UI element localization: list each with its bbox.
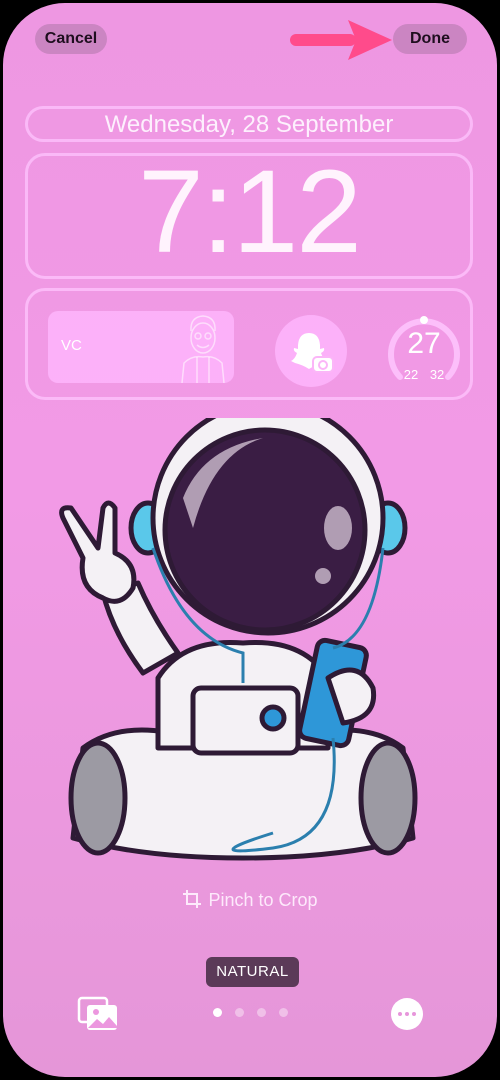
bitmoji-avatar-icon	[181, 315, 225, 383]
page-dot-2[interactable]	[235, 1008, 244, 1017]
snapchat-widget[interactable]	[275, 315, 347, 387]
snapchat-camera-icon	[291, 333, 334, 373]
date-label: Wednesday, 28 September	[104, 111, 394, 138]
annotation-arrow-icon	[290, 20, 392, 60]
clock-widget[interactable]: 7:12	[25, 146, 473, 279]
page-indicator	[213, 1008, 288, 1017]
contact-widget[interactable]: VC	[48, 311, 234, 383]
pinch-to-crop-hint: Pinch to Crop	[3, 889, 497, 911]
ellipsis-icon	[398, 1012, 402, 1016]
date-widget[interactable]: Wednesday, 28 September	[25, 106, 473, 142]
photo-gallery-icon[interactable]	[77, 996, 121, 1032]
lockscreen-editor: Cancel Done Wednesday, 28 September 7:12…	[3, 3, 497, 1077]
high-temperature: 32	[429, 367, 445, 382]
ellipsis-dot	[405, 1012, 409, 1016]
crop-icon	[183, 890, 202, 908]
widgets-row[interactable]: VC 27 22 32	[25, 288, 473, 400]
more-options-button[interactable]	[391, 998, 423, 1030]
weather-widget[interactable]: 27 22 32	[386, 315, 462, 391]
cancel-button[interactable]: Cancel	[35, 24, 107, 54]
done-button[interactable]: Done	[393, 24, 467, 54]
page-dot-1[interactable]	[213, 1008, 222, 1017]
crop-hint-label: Pinch to Crop	[208, 890, 318, 910]
low-temperature: 22	[403, 367, 419, 382]
astronaut-wallpaper-image[interactable]	[43, 418, 423, 868]
contact-name: VC	[61, 337, 82, 354]
temperature-range: 22 32	[386, 367, 462, 382]
filter-style-label[interactable]: NATURAL	[206, 957, 299, 987]
page-dot-3[interactable]	[257, 1008, 266, 1017]
page-dot-4[interactable]	[279, 1008, 288, 1017]
clock-time: 7:12	[138, 146, 362, 278]
current-temperature: 27	[407, 327, 441, 360]
ellipsis-dot	[412, 1012, 416, 1016]
